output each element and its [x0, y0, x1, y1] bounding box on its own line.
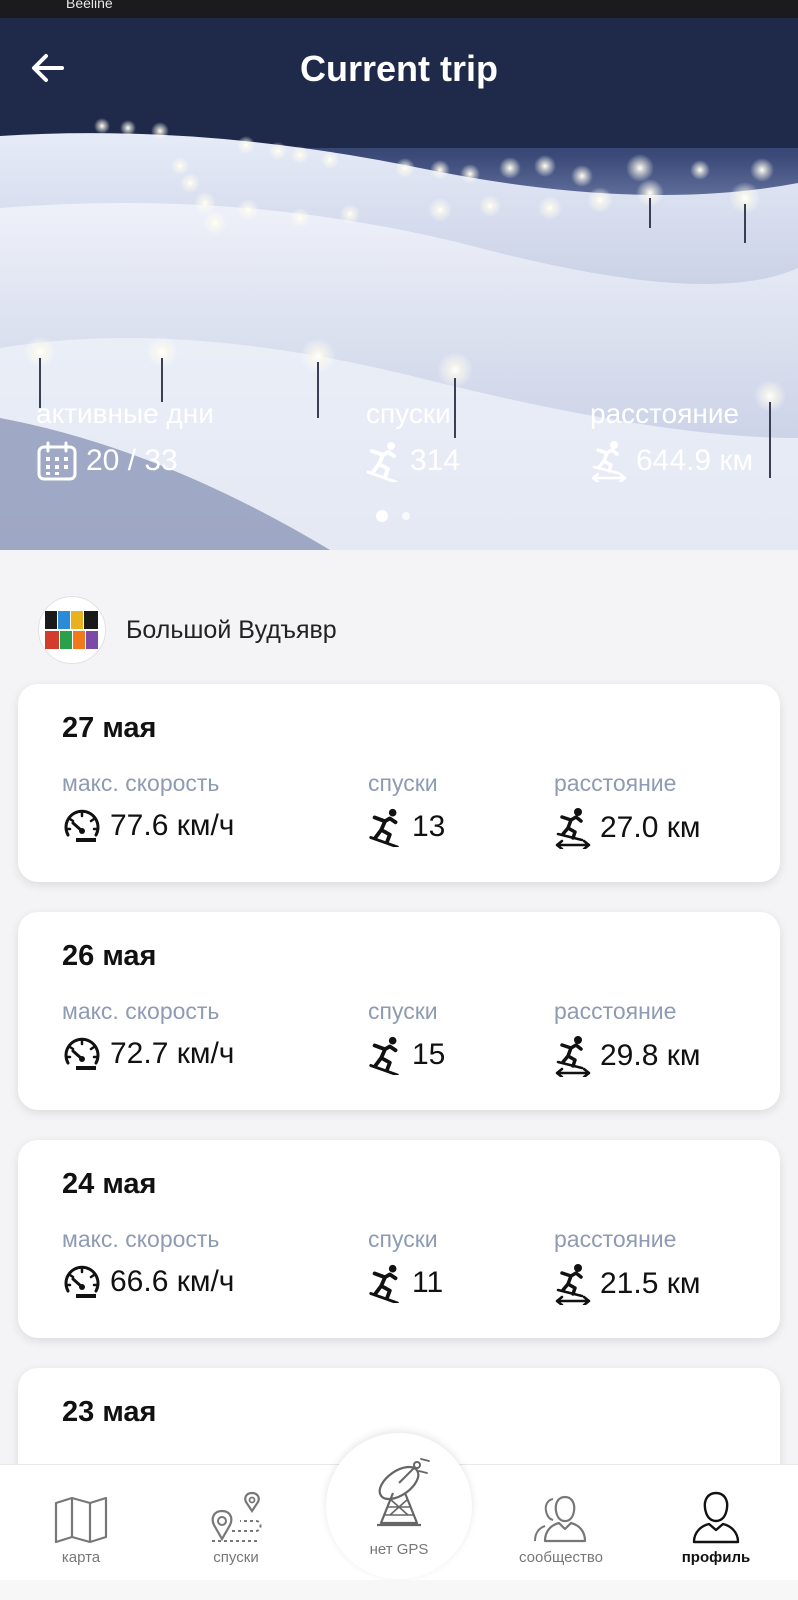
system-home-bar [0, 1580, 798, 1600]
summary-runs: спуски 314 [366, 398, 460, 482]
runs-stat: спуски 13 [368, 770, 445, 847]
route-pin-icon [211, 1491, 262, 1542]
max-speed-stat: макс. скорость 66.6 км/ч [62, 1226, 234, 1301]
distance-stat: расстояние 29.8 км [554, 998, 700, 1077]
day-card[interactable]: 24 мая макс. скорость 66.6 км/ч спуски 1… [18, 1140, 780, 1338]
distance-value: 29.8 км [600, 1039, 701, 1072]
satellite-dish-icon [377, 1458, 430, 1527]
distance-skier-icon [591, 441, 627, 482]
day-date: 26 мая [62, 940, 157, 972]
resort-logo-mark [45, 611, 98, 649]
speedometer-icon [64, 1037, 100, 1070]
active-days-value: 20 / 33 [86, 444, 178, 477]
runs-value: 11 [412, 1266, 444, 1299]
day-card[interactable]: 27 мая макс. скорость 77.6 км/ч спуски 1… [18, 684, 780, 882]
runs-stat: спуски 11 [368, 1226, 443, 1303]
distance-value: 644.9 км [636, 444, 754, 477]
runs-stat: спуски 15 [368, 998, 445, 1075]
nav-community-label: сообщество [519, 1549, 603, 1566]
runs-label: спуски [368, 770, 438, 796]
summary-active-days: активные дни 20 / 33 [36, 398, 214, 482]
active-days-label: активные дни [36, 398, 214, 429]
distance-value: 27.0 км [600, 811, 701, 844]
skier-icon [369, 1264, 399, 1303]
nav-community[interactable]: сообщество [496, 1483, 626, 1566]
day-date: 27 мая [62, 712, 157, 744]
carousel-dot-active[interactable] [376, 510, 388, 522]
day-date: 24 мая [62, 1168, 157, 1200]
bottom-navigation: карта спуски нет GPS сообщество профиль [0, 1433, 798, 1600]
distance-stat: расстояние 27.0 км [554, 770, 700, 849]
day-date: 23 мая [62, 1396, 157, 1428]
distance-label: расстояние [554, 770, 677, 796]
max-speed-value: 66.6 км/ч [110, 1265, 235, 1298]
max-speed-label: макс. скорость [62, 1226, 220, 1252]
skier-icon [369, 808, 399, 847]
status-bar: Beeline [0, 0, 798, 18]
runs-label: спуски [366, 398, 451, 429]
max-speed-label: макс. скорость [62, 770, 220, 796]
gps-status-label: нет GPS [369, 1541, 429, 1558]
nav-map[interactable]: карта [16, 1483, 146, 1566]
carousel-indicator[interactable] [376, 510, 424, 522]
distance-skier-icon [555, 1036, 591, 1077]
nav-map-label: карта [61, 1549, 101, 1566]
carrier-name: Beeline [66, 0, 113, 11]
skier-icon [366, 442, 398, 482]
distance-label: расстояние [590, 398, 740, 429]
profile-icon [692, 1491, 740, 1544]
runs-value: 15 [412, 1038, 446, 1071]
distance-skier-icon [555, 808, 591, 849]
resort-logo [38, 596, 106, 664]
resort-header[interactable]: Большой Вудъявр [38, 596, 337, 664]
nav-profile-label: профиль [681, 1549, 751, 1566]
max-speed-stat: макс. скорость 77.6 км/ч [62, 770, 234, 845]
distance-label: расстояние [554, 998, 677, 1024]
distance-stat: расстояние 21.5 км [554, 1226, 700, 1305]
day-card[interactable]: 26 мая макс. скорость 72.7 км/ч спуски 1… [18, 912, 780, 1110]
trip-hero-banner[interactable]: Current trip активные дни 20 / 33 спуски… [0, 18, 798, 550]
distance-skier-icon [555, 1264, 591, 1305]
map-icon [54, 1496, 108, 1544]
nav-profile[interactable]: профиль [651, 1483, 781, 1566]
summary-distance: расстояние 644.9 км [590, 398, 753, 482]
speedometer-icon [64, 1265, 100, 1298]
runs-value: 13 [412, 810, 446, 843]
calendar-icon [37, 441, 77, 481]
runs-value: 314 [410, 444, 461, 477]
distance-label: расстояние [554, 1226, 677, 1252]
nav-runs[interactable]: спуски [171, 1483, 301, 1566]
max-speed-stat: макс. скорость 72.7 км/ч [62, 998, 234, 1073]
resort-name: Большой Вудъявр [126, 615, 337, 644]
distance-value: 21.5 км [600, 1267, 701, 1300]
page-title: Current trip [300, 48, 498, 89]
runs-label: спуски [368, 1226, 438, 1252]
skier-icon [369, 1036, 399, 1075]
max-speed-label: макс. скорость [62, 998, 220, 1024]
carousel-dot[interactable] [402, 512, 410, 520]
nav-runs-label: спуски [213, 1549, 259, 1566]
runs-label: спуски [368, 998, 438, 1024]
speedometer-icon [64, 809, 100, 842]
max-speed-value: 72.7 км/ч [110, 1037, 235, 1070]
max-speed-value: 77.6 км/ч [110, 809, 235, 842]
community-icon [534, 1495, 587, 1543]
gps-status-button[interactable]: нет GPS [326, 1433, 472, 1579]
